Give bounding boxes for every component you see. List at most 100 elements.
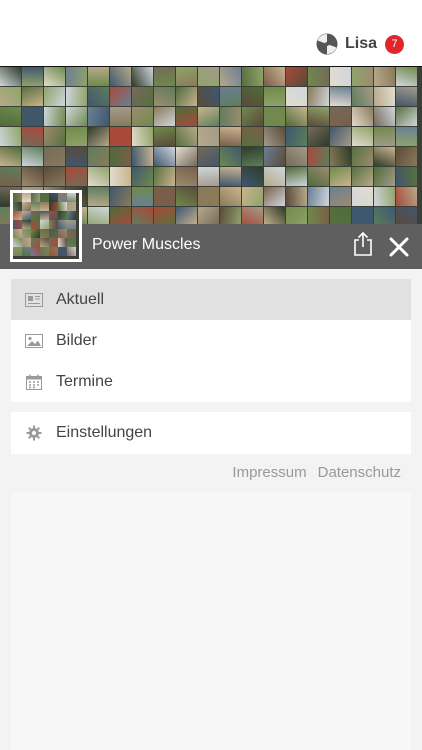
avatar-photo <box>40 202 49 211</box>
avatar-photo <box>31 211 40 220</box>
collage-photo <box>154 187 175 206</box>
menu-item-termine[interactable]: Termine <box>11 361 411 402</box>
menu-item-einstellungen[interactable]: Einstellungen <box>11 412 411 454</box>
avatar-photo <box>31 238 40 247</box>
calendar-icon <box>24 372 44 392</box>
collage-photo <box>396 87 417 106</box>
user-menu[interactable]: Lisa 7 <box>316 33 404 55</box>
gear-icon <box>24 423 44 443</box>
avatar-photo <box>22 193 31 202</box>
collage-photo <box>22 87 43 106</box>
collage-photo <box>264 167 285 186</box>
collage-photo <box>286 127 307 146</box>
datenschutz-link[interactable]: Datenschutz <box>318 464 401 481</box>
collage-photo <box>66 127 87 146</box>
collage-photo <box>220 67 241 86</box>
avatar-photo <box>40 211 49 220</box>
collage-photo <box>88 107 109 126</box>
collage-photo <box>286 187 307 206</box>
collage-photo <box>374 127 395 146</box>
collage-photo <box>352 147 373 166</box>
collage-photo <box>88 67 109 86</box>
collage-photo <box>0 107 21 126</box>
collage-photo <box>242 207 263 225</box>
collage-photo <box>88 87 109 106</box>
collage-photo <box>242 127 263 146</box>
collage-photo <box>132 127 153 146</box>
collage-photo <box>0 147 21 166</box>
avatar-photo <box>13 247 22 256</box>
avatar-photo <box>13 238 22 247</box>
collage-photo <box>132 67 153 86</box>
top-bar: Lisa 7 <box>0 0 422 66</box>
collage-photo <box>110 207 131 225</box>
collage-photo <box>22 167 43 186</box>
collage-photo <box>22 147 43 166</box>
collage-photo <box>220 187 241 206</box>
collage-photo <box>242 147 263 166</box>
menu-item-bilder[interactable]: Bilder <box>11 320 411 361</box>
collage-photo <box>22 107 43 126</box>
avatar-photo <box>31 247 40 256</box>
avatar-photo <box>49 220 58 229</box>
avatar-photo <box>22 229 31 238</box>
collage-photo <box>44 67 65 86</box>
avatar-photo <box>40 193 49 202</box>
collage-photo <box>0 127 21 146</box>
avatar-photo <box>58 220 67 229</box>
collage-photo <box>308 167 329 186</box>
collage-photo <box>352 187 373 206</box>
menu-item-label: Aktuell <box>56 290 105 308</box>
avatar-photo <box>13 229 22 238</box>
collage-photo <box>110 107 131 126</box>
user-name[interactable]: Lisa <box>345 35 377 53</box>
collage-photo <box>44 127 65 146</box>
avatar-photo <box>13 202 22 211</box>
collage-photo <box>330 167 351 186</box>
newspaper-icon <box>24 290 44 310</box>
collage-photo <box>110 67 131 86</box>
collage-photo <box>88 147 109 166</box>
collage-photo <box>198 147 219 166</box>
collage-photo <box>198 67 219 86</box>
collage-photo <box>264 87 285 106</box>
avatar-photo <box>49 202 58 211</box>
impressum-link[interactable]: Impressum <box>232 464 306 481</box>
avatar-photo <box>67 193 76 202</box>
avatar-collage <box>13 193 79 256</box>
avatar-photo <box>58 193 67 202</box>
collage-photo <box>308 67 329 86</box>
collage-photo <box>176 187 197 206</box>
avatar-photo <box>67 229 76 238</box>
avatar-photo <box>49 193 58 202</box>
notification-badge[interactable]: 7 <box>385 34 404 54</box>
collage-photo <box>352 207 373 225</box>
collage-photo <box>374 107 395 126</box>
avatar-photo <box>22 238 31 247</box>
collage-photo <box>176 67 197 86</box>
close-icon[interactable] <box>388 236 410 258</box>
collage-photo <box>264 67 285 86</box>
collage-photo <box>132 107 153 126</box>
collage-photo <box>352 107 373 126</box>
collage-photo <box>44 147 65 166</box>
menu-item-aktuell[interactable]: Aktuell <box>11 279 411 320</box>
collage-photo <box>110 127 131 146</box>
collage-photo <box>352 87 373 106</box>
avatar-photo <box>58 229 67 238</box>
collage-photo <box>154 207 175 225</box>
avatar-photo <box>40 229 49 238</box>
collage-photo <box>66 107 87 126</box>
collage-photo <box>88 127 109 146</box>
avatar-photo <box>49 211 58 220</box>
collage-photo <box>176 87 197 106</box>
collage-photo <box>198 207 219 225</box>
collage-photo <box>198 127 219 146</box>
collage-photo <box>88 207 109 225</box>
menu-item-label: Bilder <box>56 331 97 349</box>
collage-photo <box>330 67 351 86</box>
share-icon[interactable] <box>352 231 374 257</box>
collage-photo <box>154 87 175 106</box>
collage-photo <box>374 207 395 225</box>
settings-label: Einstellungen <box>56 424 153 441</box>
